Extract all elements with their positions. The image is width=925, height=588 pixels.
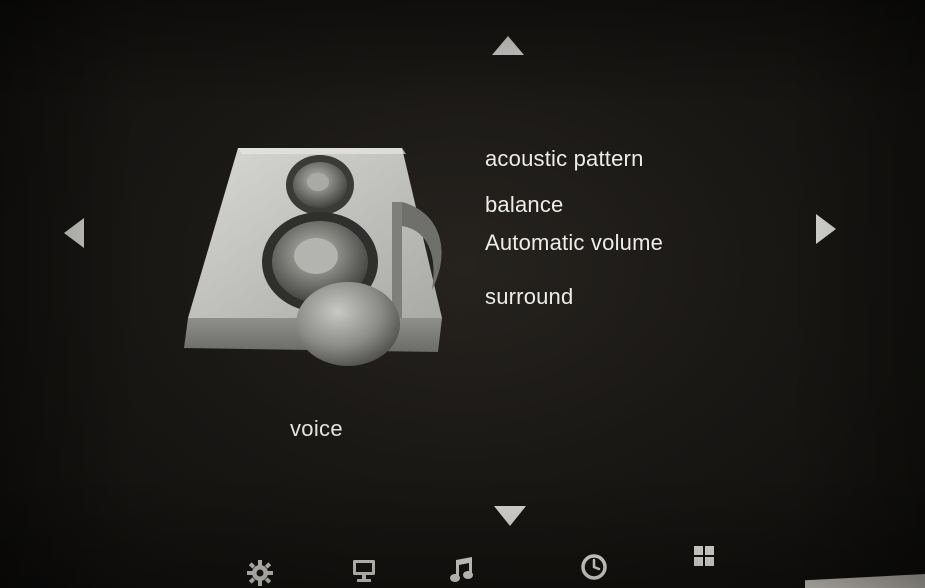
menu-item-automatic-volume[interactable]: Automatic volume [485, 230, 663, 256]
gear-icon[interactable] [246, 558, 274, 588]
grid-icon[interactable] [690, 542, 718, 572]
speaker-music-icon [184, 148, 442, 366]
screen-vignette [0, 0, 925, 588]
triangle-right-icon[interactable] [816, 214, 836, 244]
triangle-up-icon[interactable] [492, 36, 524, 55]
triangle-left-icon[interactable] [64, 218, 84, 248]
monitor-icon[interactable] [350, 556, 378, 586]
tv-menu-screen: voice acoustic pattern balance Automatic… [0, 0, 925, 588]
menu-item-surround[interactable]: surround [485, 284, 573, 310]
menu-item-balance[interactable]: balance [485, 192, 563, 218]
music-note-icon[interactable] [448, 554, 476, 584]
menu-item-acoustic-pattern[interactable]: acoustic pattern [485, 146, 644, 172]
triangle-down-icon[interactable] [494, 506, 526, 526]
clock-icon[interactable] [580, 552, 608, 582]
category-title: voice [290, 416, 343, 441]
bottom-category-bar [0, 540, 925, 588]
